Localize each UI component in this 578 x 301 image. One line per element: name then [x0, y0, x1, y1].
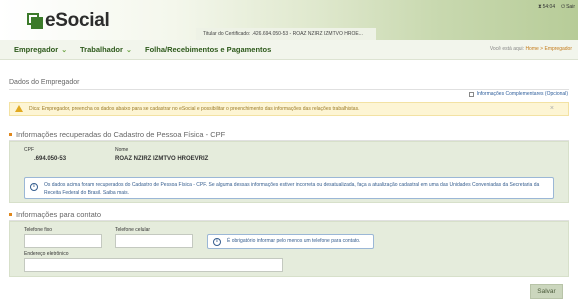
chevron-down-icon: ⌄: [61, 47, 68, 54]
page-title: Dados do Empregador: [9, 79, 80, 86]
cpf-panel: CPF .694.050-53 Nome ROAZ NZIRZ IZMTVO H…: [9, 141, 569, 203]
power-icon: ⏻: [561, 4, 566, 10]
cpf-info-text: Os dados acima foram recuperados do Cada…: [44, 182, 540, 196]
breadcrumb-prefix: Você está aqui:: [489, 46, 525, 52]
cpf-info-box: i Os dados acima foram recuperados do Ca…: [24, 177, 554, 199]
tip-alert-text: Dica: Empregador, preencha os dados abai…: [29, 106, 360, 112]
email-input[interactable]: [24, 258, 283, 272]
menu-empregador[interactable]: Empregador ⌄: [14, 40, 67, 60]
menu-label: Trabalhador: [80, 45, 123, 54]
mobile-input[interactable]: [115, 234, 193, 248]
section-bullet-icon: [9, 133, 12, 136]
session-timer: ⧗ 54:04: [538, 4, 555, 10]
complementary-info-toggle[interactable]: Informações Complementares (Opcional): [468, 91, 568, 97]
exit-label: Sair: [566, 4, 575, 10]
esocial-logo[interactable]: eSocial: [27, 10, 110, 32]
phone-input[interactable]: [24, 234, 102, 248]
complementary-info-label: Informações Complementares (Opcional): [476, 91, 568, 97]
name-label: Nome: [115, 147, 129, 153]
warning-icon: [15, 105, 23, 112]
phone-required-text: É obrigatório informar pelo menos um tel…: [227, 238, 361, 244]
phone-label: Telefone fixo: [24, 227, 53, 233]
menu-label: Folha/Recebimentos e Pagamentos: [145, 45, 272, 54]
contact-panel: Telefone fixo Telefone celular i É obrig…: [9, 221, 569, 277]
save-button[interactable]: Salvar: [530, 284, 563, 299]
menu-folha[interactable]: Folha/Recebimentos e Pagamentos: [145, 40, 271, 60]
header-bar: eSocial Titular do Certificado: .426.694…: [0, 0, 578, 40]
tip-alert: Dica: Empregador, preencha os dados abai…: [9, 102, 569, 116]
contact-section-title: Informações para contato: [9, 210, 101, 219]
phone-required-info: i É obrigatório informar pelo menos um t…: [207, 234, 374, 249]
hourglass-icon: ⧗: [538, 4, 542, 10]
logo-text: eSocial: [45, 10, 110, 31]
menu-trabalhador[interactable]: Trabalhador ⌄: [80, 40, 132, 60]
breadcrumb-separator: >: [540, 46, 544, 52]
complementary-info-checkbox[interactable]: [468, 91, 474, 97]
cpf-label: CPF: [24, 147, 34, 153]
breadcrumb-current: Empregador: [544, 46, 572, 52]
info-icon: i: [30, 183, 38, 191]
section-bullet-icon: [9, 213, 12, 216]
name-value: ROAZ NZIRZ IZMTVO HROEVRIZ: [115, 156, 209, 162]
divider: [9, 89, 569, 90]
menu-label: Empregador: [14, 45, 59, 54]
breadcrumb-home[interactable]: Home: [525, 46, 538, 52]
close-icon[interactable]: ×: [550, 103, 554, 115]
cpf-section-title: Informações recuperadas do Cadastro de P…: [9, 130, 225, 139]
session-controls: ⧗ 54:04 ⏻ Sair: [538, 4, 578, 10]
breadcrumb: Você está aqui: Home > Empregador: [490, 46, 572, 52]
timer-value: 54:04: [542, 4, 556, 10]
mobile-label: Telefone celular: [115, 227, 151, 233]
cpf-section-title-text: Informações recuperadas do Cadastro de P…: [16, 130, 226, 139]
info-icon: i: [213, 238, 221, 246]
certificate-holder: Titular do Certificado: .426.694.050-53 …: [196, 28, 376, 40]
exit-button[interactable]: ⏻ Sair: [561, 4, 575, 10]
email-label: Endereço eletrônico: [24, 251, 69, 257]
contact-section-title-text: Informações para contato: [16, 210, 102, 219]
esocial-logo-icon: [27, 13, 43, 29]
chevron-down-icon: ⌄: [125, 47, 132, 54]
cpf-value: .694.050-53: [34, 156, 67, 162]
